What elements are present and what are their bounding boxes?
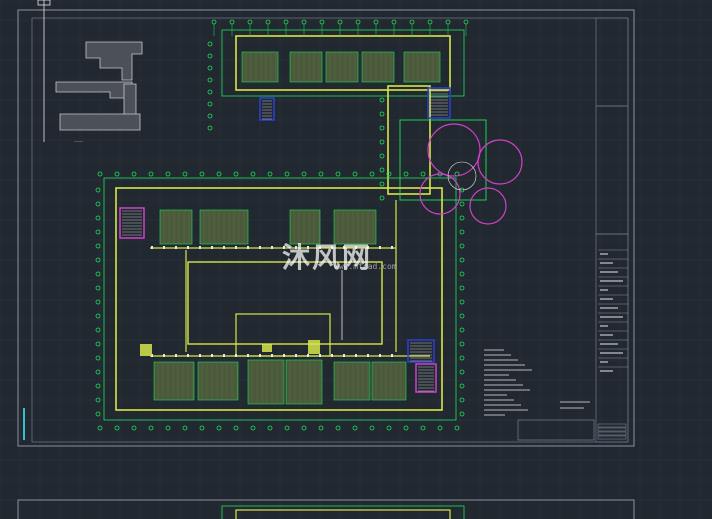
classroom [333, 361, 371, 401]
next-sheet-frame [17, 499, 635, 519]
classroom [285, 359, 323, 405]
key-plan-icon: ______ [55, 41, 143, 142]
stair-core [407, 339, 435, 363]
stair-core [259, 97, 275, 121]
classroom [325, 51, 359, 83]
cad-drawing-viewport[interactable]: ______ 沐风网 www.mfcad.com [0, 0, 712, 519]
circular-feature [419, 123, 523, 225]
classroom-group [153, 51, 441, 405]
title-block-rows [597, 249, 628, 440]
courtyard [187, 261, 383, 345]
cad-canvas[interactable]: ______ [0, 0, 712, 519]
classroom [159, 209, 193, 245]
svg-text:______: ______ [73, 138, 84, 142]
classroom [289, 209, 321, 245]
drawing-notes [484, 349, 595, 441]
classroom [361, 51, 395, 83]
classroom [289, 51, 323, 83]
stair-pad [140, 344, 152, 356]
classroom [241, 51, 279, 83]
stair-pad [262, 344, 272, 352]
classroom [333, 209, 377, 245]
title-block [595, 17, 629, 443]
classroom [247, 359, 285, 405]
classroom [403, 51, 441, 83]
stair-pad [308, 340, 320, 354]
